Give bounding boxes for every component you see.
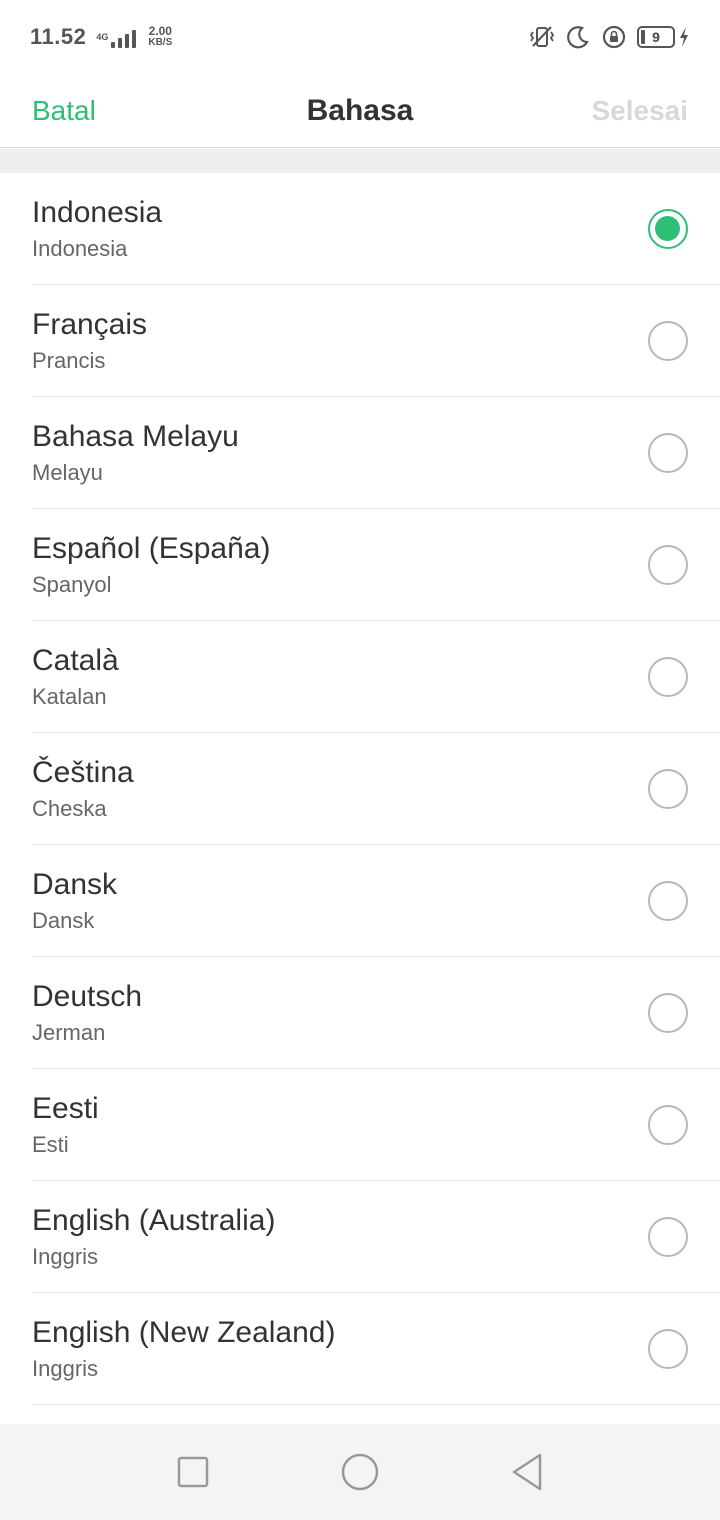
language-text: Bahasa Melayu Melayu: [32, 420, 239, 486]
language-text: Català Katalan: [32, 644, 119, 710]
screen: 11.52 4G 2.00 KB/S 9 Batal Bahasa Selesa…: [0, 0, 720, 1520]
language-item-indonesia[interactable]: Indonesia Indonesia: [32, 173, 720, 285]
navigation-bar: [0, 1424, 720, 1520]
language-name: Dansk: [32, 867, 118, 901]
back-button[interactable]: [507, 1452, 547, 1492]
language-name: Deutsch: [32, 979, 143, 1013]
radio-unselected-icon[interactable]: [648, 1104, 688, 1145]
language-text: Français Prancis: [32, 308, 147, 374]
status-bar: 11.52 4G 2.00 KB/S 9: [0, 0, 720, 74]
done-button[interactable]: Selesai: [591, 95, 688, 127]
language-translation: Cheska: [32, 795, 107, 821]
radio-unselected-icon[interactable]: [648, 880, 688, 921]
language-translation: Dansk: [32, 907, 95, 933]
language-text: Eesti Esti: [32, 1092, 99, 1158]
language-name: Español (España): [32, 531, 271, 565]
language-text: Dansk Dansk: [32, 868, 117, 934]
language-translation: Katalan: [32, 683, 107, 709]
battery-level: 9: [637, 26, 675, 48]
language-name: English (New Zealand): [32, 1315, 336, 1349]
language-name: English (Australia): [32, 1203, 276, 1237]
language-item-dansk[interactable]: Dansk Dansk: [32, 845, 720, 957]
rotation-lock-icon: [602, 25, 626, 49]
language-translation: Indonesia: [32, 235, 128, 261]
radio-unselected-icon[interactable]: [648, 320, 688, 361]
radio-selected-icon[interactable]: [648, 208, 688, 249]
language-item-cestina[interactable]: Čeština Cheska: [32, 733, 720, 845]
back-triangle-icon: [512, 1453, 541, 1491]
language-item-deutsch[interactable]: Deutsch Jerman: [32, 957, 720, 1069]
radio-unselected-icon[interactable]: [648, 1216, 688, 1257]
language-translation: Melayu: [32, 459, 103, 485]
language-name: Eesti: [32, 1091, 99, 1125]
home-button[interactable]: [340, 1452, 380, 1492]
language-name: Français: [32, 307, 148, 341]
vibrate-icon: [529, 26, 555, 47]
language-name: Català: [32, 643, 119, 677]
language-text: Español (España) Spanyol: [32, 532, 270, 598]
network-speed: 2.00 KB/S: [148, 24, 173, 48]
language-item-bahasa-melayu[interactable]: Bahasa Melayu Melayu: [32, 397, 720, 509]
speed-value: 2.00: [148, 24, 172, 38]
language-translation: Spanyol: [32, 571, 112, 597]
language-text: Deutsch Jerman: [32, 980, 142, 1046]
signal-icon: 4G: [96, 26, 137, 48]
language-translation: Prancis: [32, 347, 106, 373]
language-item-english-new-zealand[interactable]: English (New Zealand) Inggris: [32, 1293, 720, 1405]
language-item-english-australia[interactable]: English (Australia) Inggris: [32, 1181, 720, 1293]
section-divider: [0, 149, 720, 173]
network-type: 4G: [96, 32, 109, 42]
radio-unselected-icon[interactable]: [648, 768, 688, 809]
status-left: 11.52 4G 2.00 KB/S: [30, 24, 172, 50]
recents-button[interactable]: [173, 1452, 213, 1492]
language-item-eesti[interactable]: Eesti Esti: [32, 1069, 720, 1181]
radio-unselected-icon[interactable]: [648, 656, 688, 697]
language-name: Indonesia: [32, 195, 163, 229]
language-text: Čeština Cheska: [32, 756, 134, 822]
status-time: 11.52: [30, 24, 87, 49]
moon-icon: [567, 26, 589, 49]
language-translation: Esti: [32, 1131, 69, 1157]
radio-unselected-icon[interactable]: [648, 1328, 688, 1369]
language-translation: Inggris: [32, 1355, 99, 1381]
language-text: English (Australia) Inggris: [32, 1204, 275, 1270]
speed-unit: KB/S: [148, 37, 173, 48]
language-list: Indonesia Indonesia Français Prancis Bah…: [0, 173, 720, 1405]
status-right: 9: [529, 24, 690, 50]
battery-icon: 9: [637, 26, 690, 48]
language-translation: Inggris: [32, 1243, 99, 1269]
language-name: Bahasa Melayu: [32, 419, 239, 453]
radio-unselected-icon[interactable]: [648, 544, 688, 585]
cancel-button[interactable]: Batal: [32, 95, 96, 127]
language-text: English (New Zealand) Inggris: [32, 1316, 335, 1382]
language-text: Indonesia Indonesia: [32, 196, 162, 262]
recents-square-icon: [178, 1456, 209, 1488]
language-name: Čeština: [32, 755, 134, 789]
language-translation: Jerman: [32, 1019, 106, 1045]
language-item-catala[interactable]: Català Katalan: [32, 621, 720, 733]
language-item-francais[interactable]: Français Prancis: [32, 285, 720, 397]
app-header: Batal Bahasa Selesai: [0, 74, 720, 148]
language-item-espanol[interactable]: Español (España) Spanyol: [32, 509, 720, 621]
radio-unselected-icon[interactable]: [648, 432, 688, 473]
charging-icon: [680, 27, 688, 47]
home-circle-icon: [341, 1453, 379, 1491]
radio-unselected-icon[interactable]: [648, 992, 688, 1033]
